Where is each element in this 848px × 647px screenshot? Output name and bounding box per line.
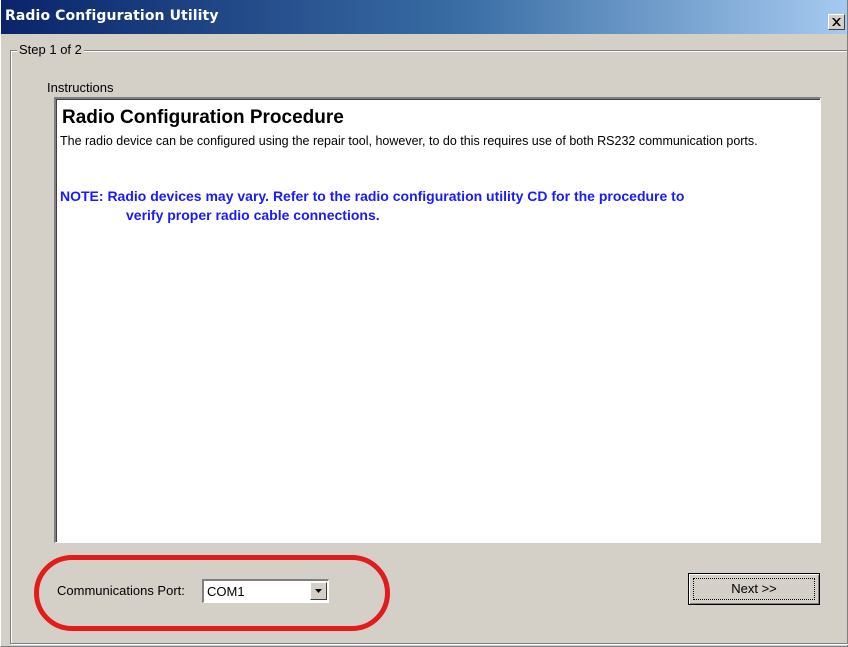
chevron-down-icon <box>315 589 322 593</box>
next-button-label: Next >> <box>731 581 777 596</box>
instructions-body: The radio device can be configured using… <box>60 134 758 148</box>
close-button[interactable] <box>828 14 845 30</box>
dropdown-arrow-button[interactable] <box>310 582 327 600</box>
step-label: Step 1 of 2 <box>17 42 84 57</box>
window-title: Radio Configuration Utility <box>5 8 219 24</box>
note-line-1: NOTE: Radio devices may vary. Refer to t… <box>60 188 685 204</box>
instructions-label: Instructions <box>47 80 114 95</box>
note-line-2: verify proper radio cable connections. <box>126 207 380 223</box>
instructions-title: Radio Configuration Procedure <box>62 107 344 128</box>
instructions-note: NOTE: Radio devices may vary. Refer to t… <box>60 187 810 225</box>
selected-port-value: COM1 <box>207 584 245 599</box>
radio-config-dialog: Radio Configuration Utility Step 1 of 2 … <box>0 0 848 647</box>
instructions-panel[interactable]: Radio Configuration Procedure The radio … <box>54 97 821 543</box>
close-icon <box>832 18 841 26</box>
communications-port-dropdown[interactable]: COM1 <box>202 579 329 603</box>
next-button[interactable]: Next >> <box>688 573 820 605</box>
communications-port-label: Communications Port: <box>57 583 185 598</box>
title-bar[interactable]: Radio Configuration Utility <box>1 0 847 34</box>
